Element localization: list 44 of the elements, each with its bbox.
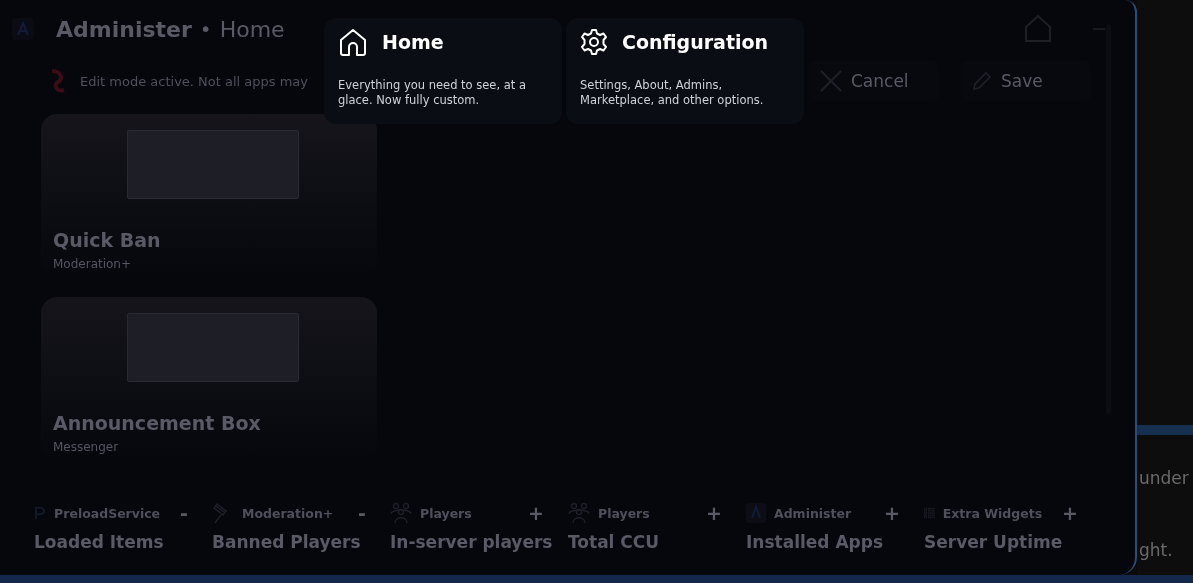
title-separator: • [199, 17, 212, 41]
widget-title: Total CCU [568, 532, 661, 552]
logo-icon [746, 503, 766, 523]
widget-source: Administer [774, 505, 852, 521]
widget-source: Players [598, 505, 650, 521]
remove-button[interactable]: - [176, 502, 192, 524]
menu-card[interactable]: Configuration Settings, About, Admins, Marketplace, and other options. [566, 18, 804, 124]
widget-source: Players [420, 505, 472, 521]
menu-title: Home [382, 31, 444, 53]
logo-icon [12, 18, 34, 40]
menu-title: Configuration [622, 31, 769, 53]
menu-description: Everything you need to see, at a glace. Now fully custom. [338, 78, 527, 108]
background-text: ght. [1139, 540, 1173, 560]
app-name: Quick Ban [53, 229, 162, 251]
edit-mode-notice: Edit mode active. Not all apps may [80, 73, 308, 89]
home-icon [338, 27, 368, 57]
people-icon [390, 502, 412, 524]
people-icon [568, 502, 590, 524]
settings-icon [580, 28, 608, 56]
pencil-icon [971, 70, 993, 92]
widget-title: Loaded Items [34, 532, 165, 552]
widget-title: Installed Apps [746, 532, 885, 552]
page-title: Home [219, 16, 285, 42]
widget-title: Banned Players [212, 532, 362, 552]
menu-card[interactable]: Home Everything you need to see, at a glace. Now fully custom. [324, 18, 562, 124]
add-button[interactable]: + [1058, 502, 1082, 524]
add-button[interactable]: + [880, 502, 904, 524]
add-button[interactable]: + [702, 502, 726, 524]
app-source: Messenger [53, 440, 120, 454]
image-placeholder-icon [127, 130, 299, 199]
close-icon [819, 69, 843, 93]
widget-source: PreloadService [54, 505, 161, 521]
widget-source: Moderation+ [242, 505, 334, 521]
add-button[interactable]: + [524, 502, 548, 524]
image-placeholder-icon [127, 313, 299, 382]
background-text: under [1139, 468, 1189, 488]
window-title-bar [1137, 425, 1193, 435]
widget-title: Server Uptime [924, 532, 1064, 552]
widget-source: Extra Widgets [942, 505, 1043, 521]
menu-description: Settings, About, Admins, Marketplace, and other options. [580, 78, 765, 108]
app-source: Moderation+ [53, 257, 133, 271]
app-name: Announcement Box [53, 412, 262, 434]
remove-button[interactable]: - [354, 502, 370, 524]
window-title: Administer [56, 16, 192, 42]
